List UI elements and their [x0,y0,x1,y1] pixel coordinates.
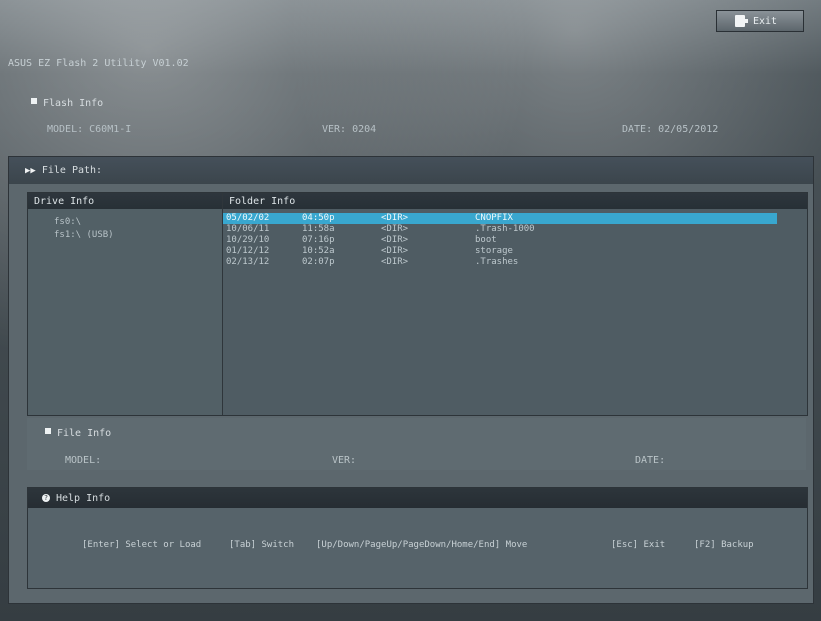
folder-name: storage [475,246,513,256]
help-item: [Tab] Switch [229,540,295,550]
file-path-header: ▶▶ File Path: [9,157,813,184]
drive-info-column: Drive Info fs0:\ fs1:\ (USB) [28,193,223,415]
folder-name: CNOPFIX [475,213,513,223]
folder-row[interactable]: 10/06/11 11:58a <DIR> .Trash-1000 [223,224,777,235]
folder-date: 01/12/12 [226,246,270,256]
folder-time: 04:50p [302,213,335,223]
folder-name: .Trashes [475,257,519,267]
drive-item[interactable]: fs0:\ [54,217,81,227]
flash-info-header: Flash Info [31,98,103,109]
exit-button[interactable]: Exit [716,10,804,32]
flash-model: MODEL: C60M1-I [47,124,132,135]
folder-row[interactable]: 01/12/12 10:52a <DIR> storage [223,246,777,257]
help-item: [Esc] Exit [611,540,666,550]
folder-time: 10:52a [302,246,335,256]
square-icon [31,98,37,104]
folder-name: boot [475,235,497,245]
help-info-header: ? Help Info [28,488,807,508]
flash-date: DATE: 02/05/2012 [622,124,719,135]
folder-type: <DIR> [381,257,409,267]
top-bar: Exit [0,0,821,38]
drive-info-header: Drive Info [28,193,222,209]
file-info-title: File Info [57,428,112,439]
folder-row[interactable]: 02/13/12 02:07p <DIR> .Trashes [223,257,777,268]
help-item: [Up/Down/PageUp/PageDown/Home/End] Move [316,540,528,550]
help-info-title: Help Info [56,492,111,504]
file-version: VER: [332,455,357,466]
help-info-panel: ? Help Info [Enter] Select or Load [Tab]… [27,487,808,589]
folder-date: 05/02/02 [226,213,270,223]
folder-type: <DIR> [381,235,409,245]
drive-item[interactable]: fs1:\ (USB) [54,230,114,240]
folder-type: <DIR> [381,246,409,256]
folder-type: <DIR> [381,213,409,223]
square-icon [45,428,51,434]
file-browser: Drive Info fs0:\ fs1:\ (USB) Folder Info… [27,192,808,416]
folder-type: <DIR> [381,224,409,234]
help-icon: ? [42,494,50,502]
folder-date: 02/13/12 [226,257,270,267]
exit-label: Exit [753,15,778,27]
folder-info-column: Folder Info 05/02/02 04:50p <DIR> CNOPFI… [223,193,807,415]
double-arrow-icon: ▶▶ [25,165,36,176]
folder-time: 02:07p [302,257,335,267]
folder-time: 07:16p [302,235,335,245]
exit-icon [735,15,748,27]
file-date: DATE: [635,455,666,466]
help-item: [F2] Backup [694,540,754,550]
flash-version: VER: 0204 [322,124,377,135]
folder-time: 11:58a [302,224,335,234]
file-path-label: File Path: [41,165,103,176]
flash-info-title: Flash Info [43,98,104,109]
app-title: ASUS EZ Flash 2 Utility V01.02 [8,58,189,69]
folder-info-header: Folder Info [223,193,807,209]
file-model: MODEL: [65,455,102,466]
folder-row[interactable]: 05/02/02 04:50p <DIR> CNOPFIX [223,213,777,224]
folder-date: 10/29/10 [226,235,270,245]
folder-row[interactable]: 10/29/10 07:16p <DIR> boot [223,235,777,246]
file-info-panel: File Info MODEL: VER: DATE: [27,418,806,470]
help-item: [Enter] Select or Load [82,540,202,550]
file-info-header: File Info [45,428,111,439]
folder-name: .Trash-1000 [475,224,535,234]
folder-date: 10/06/11 [226,224,270,234]
